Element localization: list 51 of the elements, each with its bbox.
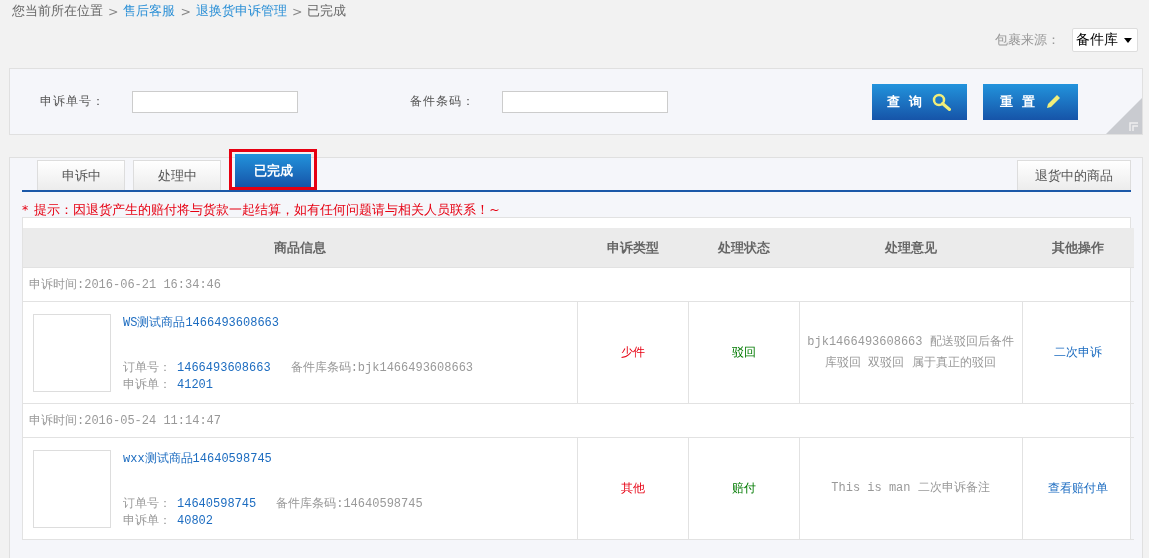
pencil-icon <box>1044 93 1061 110</box>
tab[interactable]: 处理中 <box>133 160 221 190</box>
breadcrumb-separator: > <box>291 3 303 19</box>
search-button[interactable]: 查 询 <box>872 83 967 120</box>
breadcrumb-text: 您当前所在位置 <box>12 2 103 20</box>
barcode-text: 备件库条码:bjk1466493608663 <box>290 359 474 377</box>
barcode-text: 备件库条码:14640598745 <box>276 495 423 513</box>
product-link[interactable]: WS测试商品1466493608663 <box>123 313 474 360</box>
table-cell: 申诉时间:2016-06-21 16:34:46 <box>23 267 1134 302</box>
breadcrumb-separator: > <box>180 3 191 19</box>
table-cell: This is man 二次申诉备注 <box>799 437 1022 540</box>
tab[interactable]: 已完成 <box>235 154 311 187</box>
appeal-number: 40802 <box>177 512 213 530</box>
notice-text: 提示：因退货产生的赔付将与货款一起结算，如有任何问题请与相关人员联系！~ <box>34 202 500 217</box>
input-field[interactable] <box>502 90 668 113</box>
reset-button[interactable]: 重 置 <box>983 83 1078 120</box>
caret-icon <box>1124 37 1132 43</box>
table-cell: 少件 <box>577 301 688 404</box>
field-label: 申诉单： <box>123 376 171 394</box>
action-link[interactable]: 查看赔付单 <box>1048 481 1109 495</box>
field-label: 申诉单号： <box>40 93 106 110</box>
table-cell: 申诉时间:2016-05-24 11:14:47 <box>23 403 1134 438</box>
source-dropdown[interactable]: 备件库 <box>1072 28 1138 52</box>
tab[interactable]: 退货中的商品 <box>1017 160 1131 190</box>
action-link[interactable]: 二次申诉 <box>1054 345 1103 359</box>
field-label: 申诉单： <box>123 512 171 530</box>
search-icon <box>931 92 952 111</box>
table-cell: 赔付 <box>688 437 799 540</box>
column-header: 处理意见 <box>799 228 1022 268</box>
breadcrumb-separator: > <box>108 3 119 19</box>
breadcrumb-link[interactable]: 退换货申诉管理 <box>195 2 287 20</box>
table-cell: bjk1466493608663 配送驳回后备件库驳回 双驳回 属于真正的驳回 <box>799 301 1022 404</box>
order-number: 14640598745 <box>177 495 257 513</box>
product-link[interactable]: wxx测试商品14640598745 <box>123 449 423 496</box>
order-number: 1466493608663 <box>177 359 271 377</box>
appeal-number: 41201 <box>177 376 213 394</box>
input-field[interactable] <box>132 90 298 113</box>
field-label: 订单号： <box>123 495 171 513</box>
column-header: 申诉类型 <box>577 228 688 268</box>
table-cell: 其他 <box>577 437 688 540</box>
table-cell: 驳回 <box>688 301 799 404</box>
column-header: 处理状态 <box>688 228 799 268</box>
column-header: 商品信息 <box>23 228 577 268</box>
asterisk-mark: * <box>22 202 29 217</box>
source-label: 包裹来源： <box>995 31 1060 49</box>
field-label: 订单号： <box>123 359 171 377</box>
field-label: 备件条码： <box>410 93 476 110</box>
tab[interactable]: 申诉中 <box>37 160 125 190</box>
breadcrumb-link[interactable]: 售后客服 <box>123 2 176 20</box>
column-header: 其他操作 <box>1022 228 1134 268</box>
breadcrumb-text: 已完成 <box>307 2 347 20</box>
